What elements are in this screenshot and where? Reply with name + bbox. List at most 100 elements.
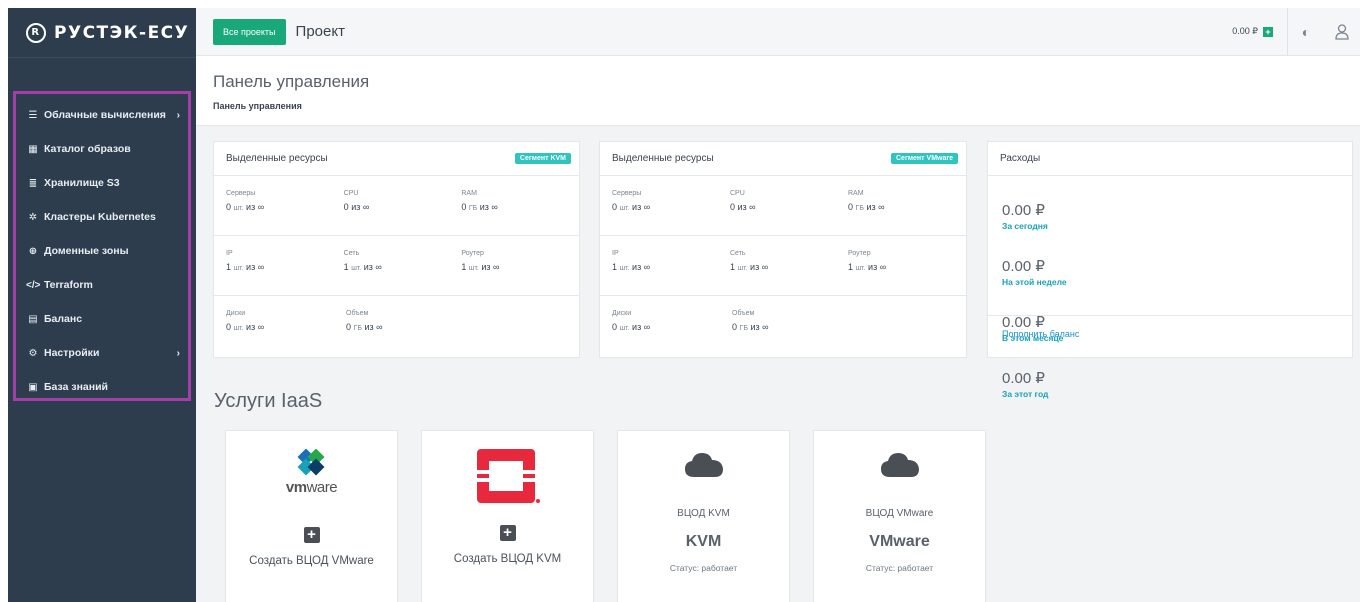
resource-value: 1 шт. из ∞ [461, 262, 579, 272]
vmware-logo: vmware [286, 449, 338, 505]
resource-limit: из ∞ [246, 262, 265, 272]
sidebar-item-label: Terraform [44, 279, 93, 291]
resource-row: IP 1 шт. из ∞ Сеть 1 шт. из ∞ Роутер 1 шт. … [214, 236, 579, 296]
resource-label: Роутер [848, 250, 871, 257]
cloud-icon [880, 451, 919, 482]
cloud-icon [684, 451, 723, 482]
resource-value: 0 из ∞ [344, 202, 462, 212]
resource-unit: шт. [468, 265, 479, 272]
resource-cell: Диски 0 шт. из ∞ [226, 310, 346, 356]
sidebar-item-label: Облачные вычисления [44, 109, 166, 121]
sidebar-item-settings[interactable]: ⚙ Настройки › [16, 336, 188, 370]
resource-value: 0 из ∞ [730, 202, 848, 212]
card-header: Расходы [988, 142, 1352, 176]
sidebar-item-dns-zones[interactable]: ⊕ Доменные зоны [16, 234, 188, 268]
gears-icon: ⚙ [28, 347, 38, 359]
resource-label: Роутер [461, 250, 484, 257]
resource-limit: из ∞ [866, 202, 885, 212]
sidebar-item-label: Баланс [44, 313, 83, 325]
resource-cell: Роутер 1 шт. из ∞ [461, 250, 579, 295]
resource-limit: из ∞ [363, 262, 382, 272]
resource-num: 1 [343, 262, 349, 272]
sidebar-item-kubernetes[interactable]: ✲ Кластеры Kubernetes [16, 200, 188, 234]
expense-amount: 0.00 ₽ [1002, 370, 1045, 387]
resource-limit: из ∞ [868, 262, 887, 272]
resource-row: Диски 0 шт. из ∞ Объем 0 ГБ из ∞ [214, 296, 579, 356]
resource-num: 1 [461, 262, 467, 272]
resource-value: 0 шт. из ∞ [612, 202, 730, 212]
sidebar-item-s3-storage[interactable]: ≣ Хранилище S3 [16, 166, 188, 200]
resource-num: 0 [732, 322, 738, 332]
resource-limit: из ∞ [750, 262, 769, 272]
expenses-grid: 0.00 ₽ За сегодня 0.00 ₽ На этой неделе 0.… [988, 176, 1352, 399]
user-icon[interactable] [1324, 8, 1360, 56]
sidebar-item-knowledge-base[interactable]: ▣ База знаний [16, 370, 188, 404]
vdc-type: KVM [685, 533, 722, 550]
resource-unit: шт. [619, 325, 630, 332]
grid-icon: ▦ [28, 143, 38, 155]
window-border [0, 0, 8, 602]
resource-label: CPU [730, 190, 745, 197]
resource-value: 0 ГБ из ∞ [848, 202, 966, 212]
resource-label: Сеть [343, 250, 360, 257]
create-vmware-card[interactable]: vmware + Создать ВЦОД VMware [225, 430, 398, 602]
card-title: Выделенные ресурсы [226, 153, 328, 164]
resource-unit: ГБ [353, 325, 362, 332]
card-title: Расходы [1000, 153, 1041, 164]
create-kvm-card[interactable]: + Создать ВЦОД KVM [421, 430, 594, 602]
main-content: Панель управления Панель управления Выде… [196, 56, 1360, 602]
database-icon: ≣ [28, 177, 38, 189]
resource-label: Объем [346, 310, 369, 317]
vdc-name: ВЦОД KVM [677, 508, 730, 519]
resource-cell: Объем 0 ГБ из ∞ [346, 310, 466, 356]
resource-value: 0 шт. из ∞ [226, 322, 346, 332]
theme-toggle-icon[interactable]: ◐ [1288, 8, 1324, 56]
resource-unit: шт. [737, 265, 748, 272]
resource-limit: из ∞ [632, 322, 651, 332]
top-right-controls: 0.00 ₽ + ◐ [1232, 7, 1360, 56]
resource-label: Диски [226, 310, 246, 317]
resources-card-vmware: Выделенные ресурсы Сегмент VMware Сервер… [599, 141, 967, 358]
vdc-vmware-card[interactable]: ВЦОД VMware VMware Статус: работает [813, 430, 986, 602]
resource-cell: IP 1 шт. из ∞ [612, 250, 730, 295]
expenses-card: Расходы 0.00 ₽ За сегодня 0.00 ₽ На этой н… [987, 141, 1353, 399]
sidebar-item-cloud-computing[interactable]: ☰ Облачные вычисления › [16, 98, 188, 132]
resource-cell: Сеть 1 шт. из ∞ [344, 250, 462, 295]
resource-value: 0 ГБ из ∞ [732, 322, 852, 332]
plus-icon: + [303, 527, 320, 543]
resource-limit: из ∞ [481, 262, 500, 272]
code-icon: </> [26, 279, 41, 291]
balance-value: 0.00 ₽ [1232, 26, 1258, 36]
resource-label: Диски [612, 310, 632, 317]
resource-unit: шт. [233, 205, 244, 212]
add-funds-icon[interactable]: + [1263, 26, 1273, 37]
resource-unit: шт. [619, 205, 630, 212]
openstack-logo [474, 447, 541, 505]
expense-item: 0.00 ₽ На этой неделе [1002, 257, 1182, 313]
vdc-kvm-card[interactable]: ВЦОД KVM KVM Статус: работает [617, 430, 790, 602]
resource-value: 0 ГБ из ∞ [461, 202, 579, 212]
resource-value: 1 шт. из ∞ [848, 262, 966, 272]
expense-period: За этот год [1002, 389, 1049, 399]
sidebar-item-balance[interactable]: ▤ Баланс [16, 302, 188, 336]
logo-icon: R [26, 22, 46, 43]
create-vmware-label: Создать ВЦОД VMware [249, 555, 374, 567]
all-projects-button[interactable]: Все проекты [213, 18, 286, 45]
page-header: Панель управления Панель управления [196, 56, 1360, 126]
segment-badge: Сегмент KVM [514, 153, 571, 164]
sidebar-item-label: Доменные зоны [44, 245, 129, 257]
resource-limit: из ∞ [479, 202, 498, 212]
sidebar-item-image-catalog[interactable]: ▦ Каталог образов [16, 132, 188, 166]
resource-num: 0 [848, 202, 854, 212]
brand-logo[interactable]: R РУСТЭК-ЕСУ [8, 8, 196, 58]
expense-amount: 0.00 ₽ [1002, 202, 1045, 219]
resource-unit: шт. [351, 265, 362, 272]
sidebar-item-terraform[interactable]: </> Terraform [16, 268, 188, 302]
resource-label: Серверы [612, 190, 642, 197]
resource-unit: ГБ [468, 205, 478, 212]
balance-widget[interactable]: 0.00 ₽ + [1232, 7, 1288, 56]
iaas-section-title: Услуги IaaS [214, 390, 323, 412]
resource-label: IP [226, 250, 233, 257]
resource-label: Серверы [226, 190, 256, 197]
card-header: Выделенные ресурсы Сегмент VMware [600, 142, 966, 176]
